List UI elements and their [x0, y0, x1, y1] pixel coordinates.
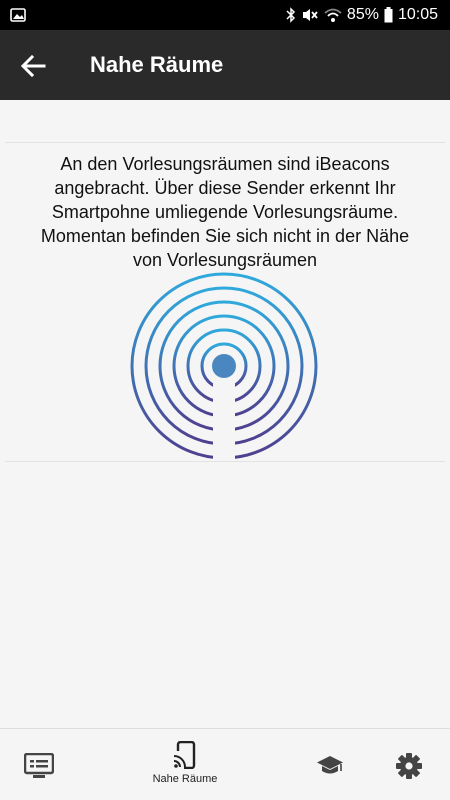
- graduation-cap-icon: [317, 756, 343, 774]
- mute-icon: [302, 9, 318, 21]
- app-bar: Nahe Räume: [0, 30, 450, 100]
- message-line: Smartpohne umliegende Vorlesungsräume.: [51, 202, 399, 222]
- gear-icon: [396, 753, 422, 779]
- arrow-left-icon[interactable]: [18, 51, 48, 81]
- info-message: An den Vorlesungsräumen sind iBeacons an…: [20, 152, 430, 272]
- cast-phone-icon: [173, 741, 196, 769]
- wifi-icon: [324, 8, 342, 22]
- nav-settings[interactable]: [364, 729, 450, 800]
- nav-lectures[interactable]: [0, 729, 84, 800]
- status-icons: 85% 10:05: [286, 0, 438, 30]
- message-line: angebracht. Über diese Sender erkennt Ih…: [54, 178, 396, 198]
- ibeacon-signal-icon: [130, 272, 318, 462]
- divider-bottom: [5, 461, 445, 462]
- battery-icon: [384, 7, 393, 23]
- lecture-list-icon: [24, 753, 54, 778]
- divider-top: [5, 142, 445, 143]
- bluetooth-icon: [286, 7, 295, 23]
- main-content: An den Vorlesungsräumen sind iBeacons an…: [0, 100, 450, 728]
- message-line: von Vorlesungsräumen: [132, 250, 318, 270]
- message-line: An den Vorlesungsräumen sind iBeacons: [60, 154, 390, 174]
- nav-label: Nahe Räume: [152, 773, 218, 785]
- image-icon: [10, 8, 26, 22]
- nav-nearby-rooms[interactable]: Nahe Räume: [140, 729, 230, 800]
- page-title: Nahe Räume: [90, 52, 224, 77]
- battery-percent: 85%: [346, 6, 379, 23]
- status-bar: 85% 10:05: [0, 0, 450, 30]
- nav-studies[interactable]: [285, 729, 375, 800]
- clock: 10:05: [397, 6, 438, 23]
- bottom-navigation: Nahe Räume: [0, 728, 450, 800]
- message-line: Momentan befinden Sie sich nicht in der …: [40, 226, 410, 246]
